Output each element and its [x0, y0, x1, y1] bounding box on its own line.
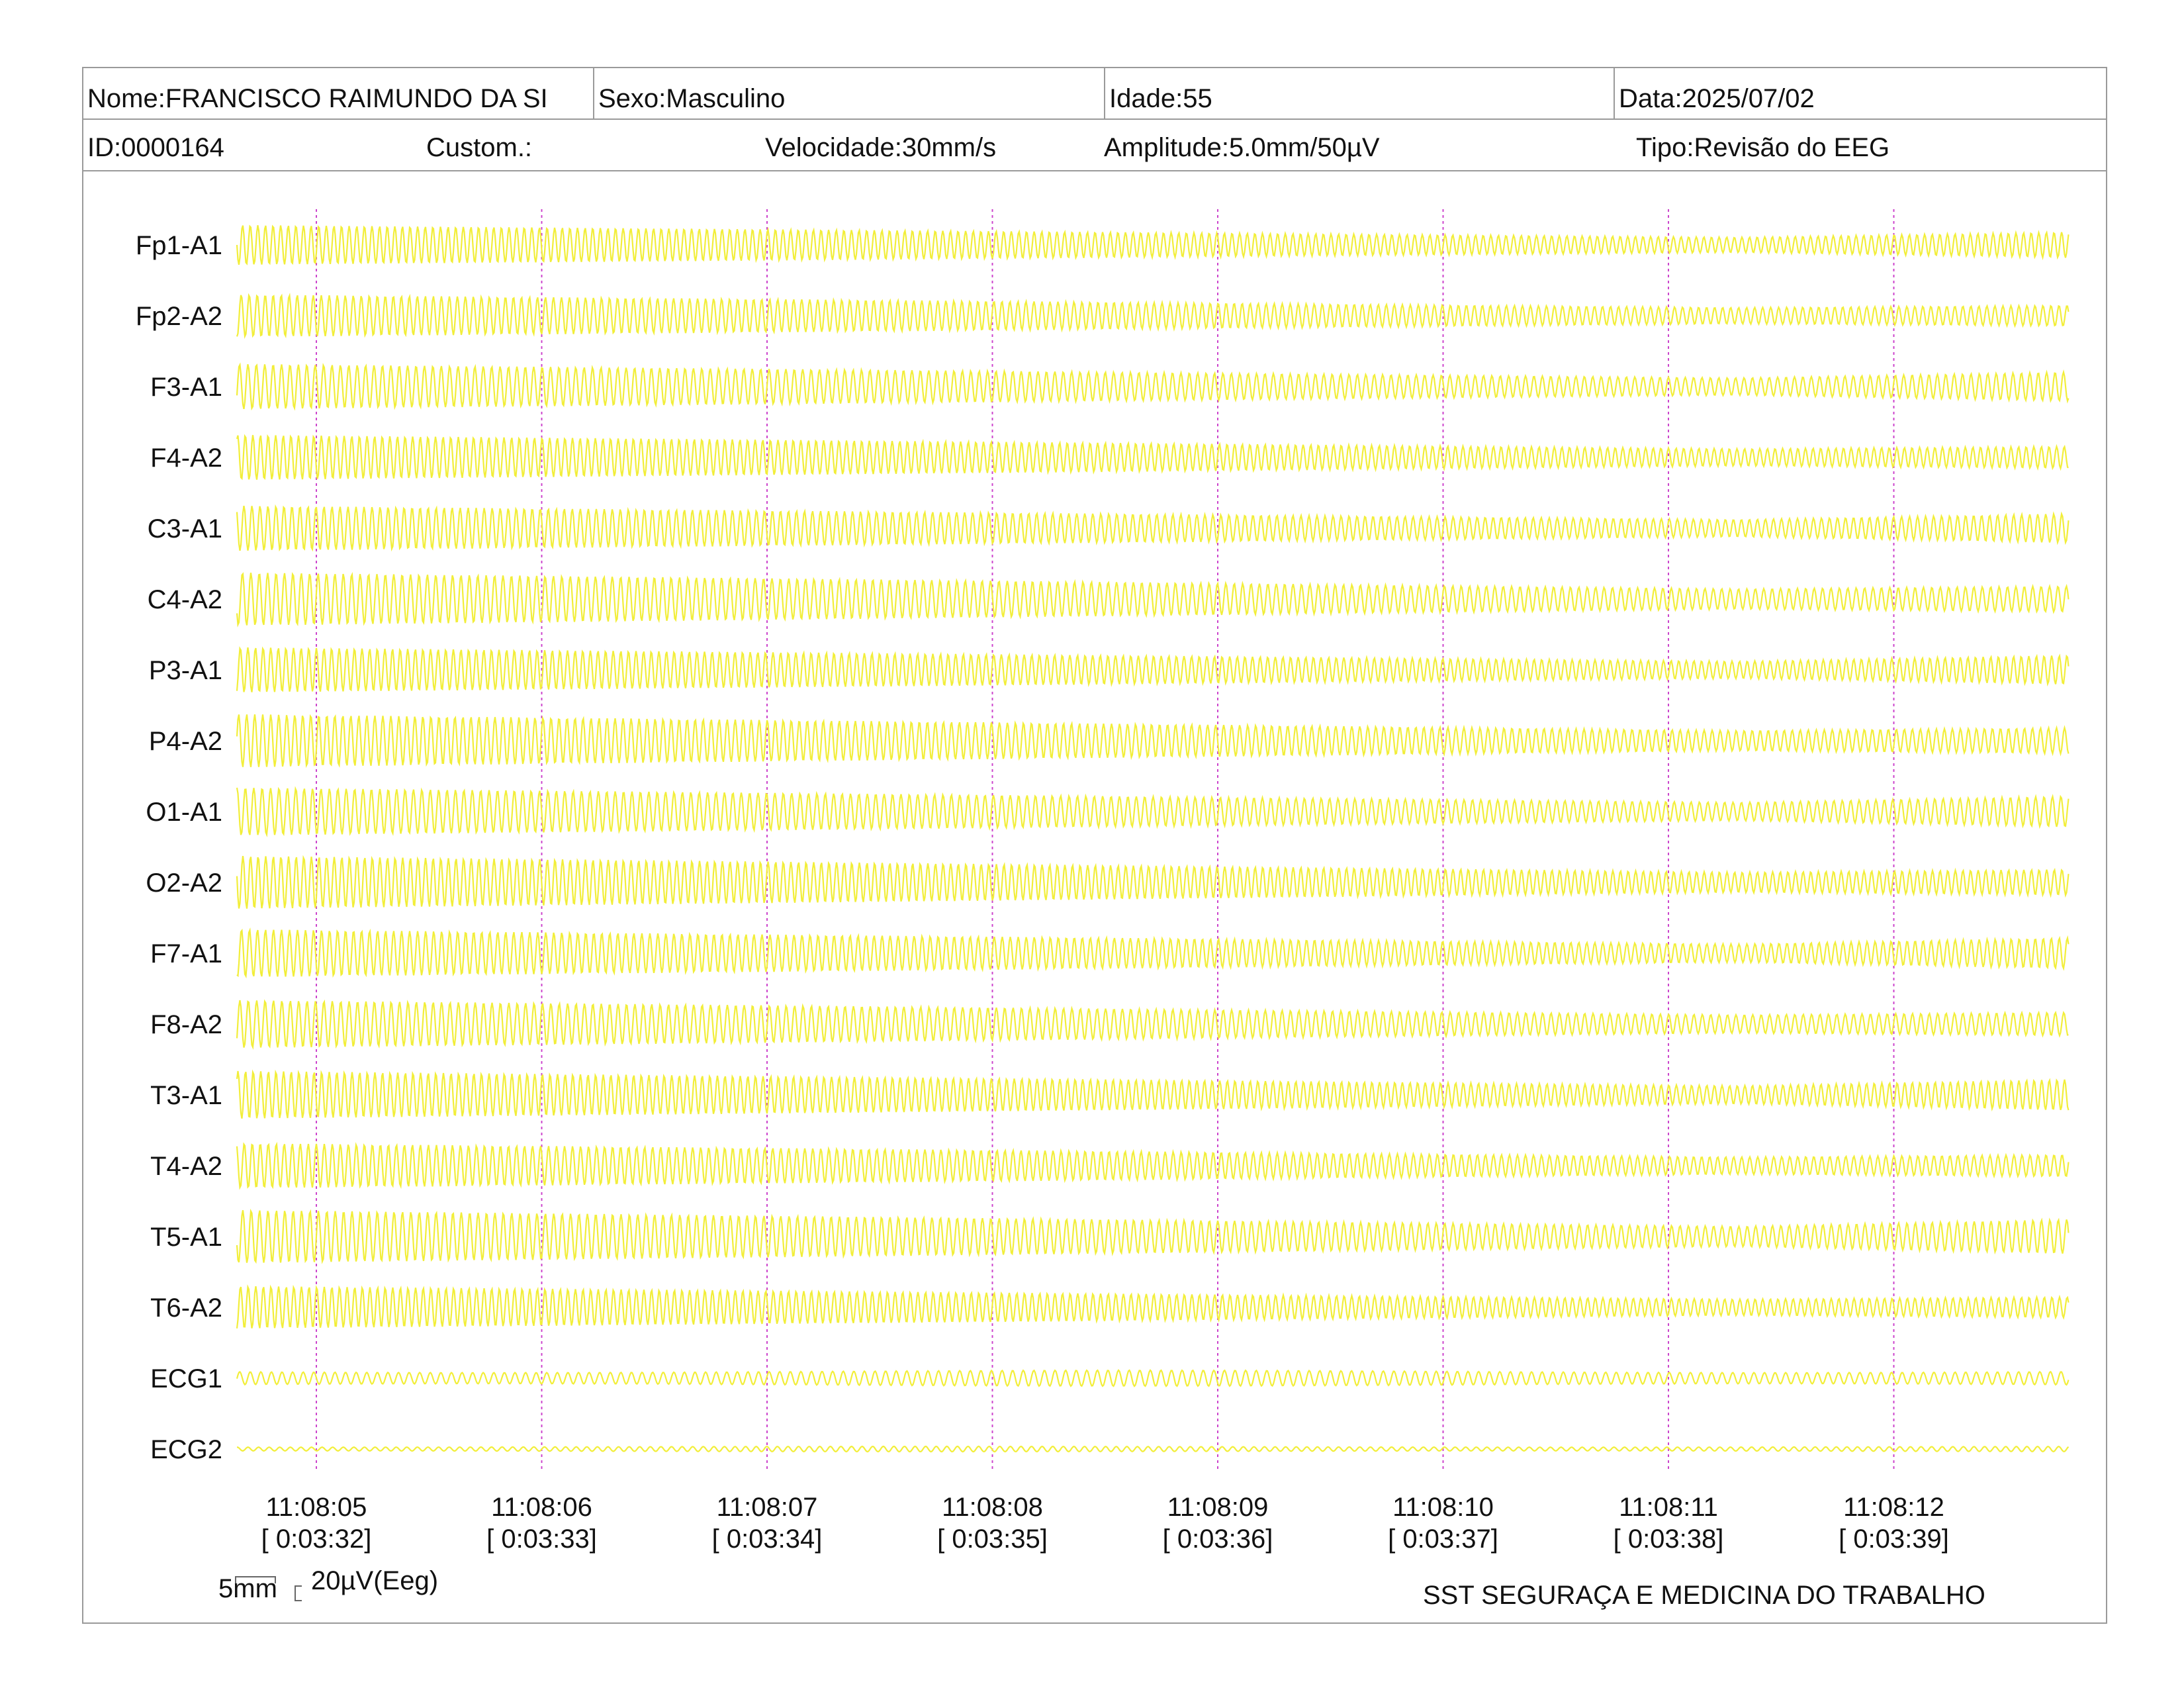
elapsed-tick-label: [ 0:03:34]	[712, 1524, 823, 1554]
eeg-trace-ecg1	[236, 1369, 2070, 1387]
channel-label: F3-A1	[150, 373, 222, 402]
eeg-trace-t4-a2	[236, 1141, 2070, 1190]
elapsed-tick-label: [ 0:03:39]	[1839, 1524, 1949, 1554]
time-tick-label: 11:08:10	[1392, 1493, 1494, 1522]
channel-label: ECG2	[150, 1435, 222, 1464]
eeg-traces	[236, 224, 2070, 1453]
time-tick-label: 11:08:08	[942, 1493, 1043, 1522]
eeg-trace-fp2-a2	[236, 293, 2070, 340]
elapsed-tick-label: [ 0:03:35]	[937, 1524, 1048, 1554]
eeg-trace-t5-a1	[236, 1208, 2070, 1264]
time-tick-label: 11:08:06	[491, 1493, 592, 1522]
eeg-trace-ecg2	[237, 1445, 2070, 1453]
scale-time-mm: 5mm	[218, 1574, 277, 1603]
eeg-trace-f7-a1	[236, 927, 2070, 979]
eeg-trace-f4-a2	[236, 434, 2069, 481]
channel-label: C4-A2	[148, 585, 222, 614]
time-tick-label: 11:08:09	[1167, 1493, 1269, 1522]
elapsed-tick-label: [ 0:03:38]	[1614, 1524, 1724, 1554]
channel-label: F4-A2	[150, 444, 222, 473]
channel-label: F8-A2	[150, 1010, 222, 1039]
channel-label: Fp1-A1	[136, 231, 222, 260]
channel-label: F7-A1	[150, 939, 222, 968]
eeg-trace-t3-a1	[236, 1069, 2070, 1119]
eeg-trace-p3-a1	[236, 646, 2070, 692]
channel-label: T4-A2	[150, 1152, 222, 1181]
eeg-trace-p4-a2	[236, 714, 2070, 769]
channel-label: ECG1	[150, 1364, 222, 1393]
clinic-footer: SST SEGURAÇA E MEDICINA DO TRABALHO	[1423, 1581, 1985, 1610]
channel-label: Fp2-A2	[136, 302, 222, 331]
eeg-trace-c3-a1	[236, 504, 2070, 552]
eeg-trace-o1-a1	[236, 786, 2070, 837]
eeg-trace-t6-a2	[236, 1284, 2070, 1329]
channel-label: T6-A2	[150, 1293, 222, 1323]
elapsed-tick-label: [ 0:03:32]	[261, 1524, 372, 1554]
eeg-trace-f8-a2	[236, 999, 2069, 1050]
channel-label: O2-A2	[146, 868, 222, 898]
eeg-trace-f3-a1	[236, 362, 2070, 411]
elapsed-tick-label: [ 0:03:37]	[1388, 1524, 1498, 1554]
eeg-trace-chart: Fp1-A1 Fp2-A2 F3-A1 F4-A2 C3-A1 C4-A2 P3-A1 P4-…	[136, 209, 2070, 1554]
channel-label: T5-A1	[150, 1223, 222, 1252]
eeg-trace-fp1-a1	[236, 224, 2070, 265]
eeg-trace-o2-a2	[236, 855, 2070, 909]
elapsed-tick-label: [ 0:03:33]	[486, 1524, 597, 1554]
scale-legend: 5mm 20µV(Eeg)	[218, 1560, 470, 1606]
time-tick-label: 11:08:07	[717, 1493, 818, 1522]
elapsed-tick-label: [ 0:03:36]	[1163, 1524, 1273, 1554]
time-tick-label: 11:08:12	[1843, 1493, 1944, 1522]
channel-label: C3-A1	[148, 514, 222, 543]
eeg-trace-c4-a2	[236, 571, 2070, 628]
time-tick-label: 11:08:05	[266, 1493, 367, 1522]
channel-label: T3-A1	[150, 1081, 222, 1110]
channel-label: O1-A1	[146, 798, 222, 827]
time-tick-label: 11:08:11	[1619, 1493, 1718, 1522]
time-axis: 11:08:05[ 0:03:32] 11:08:06[ 0:03:33] 11:0…	[261, 1493, 1949, 1554]
channel-labels: Fp1-A1 Fp2-A2 F3-A1 F4-A2 C3-A1 C4-A2 P3-A1 P4-…	[136, 231, 222, 1464]
channel-label: P3-A1	[149, 656, 222, 685]
scale-amplitude-uv: 20µV(Eeg)	[311, 1566, 439, 1595]
channel-label: P4-A2	[149, 727, 222, 756]
